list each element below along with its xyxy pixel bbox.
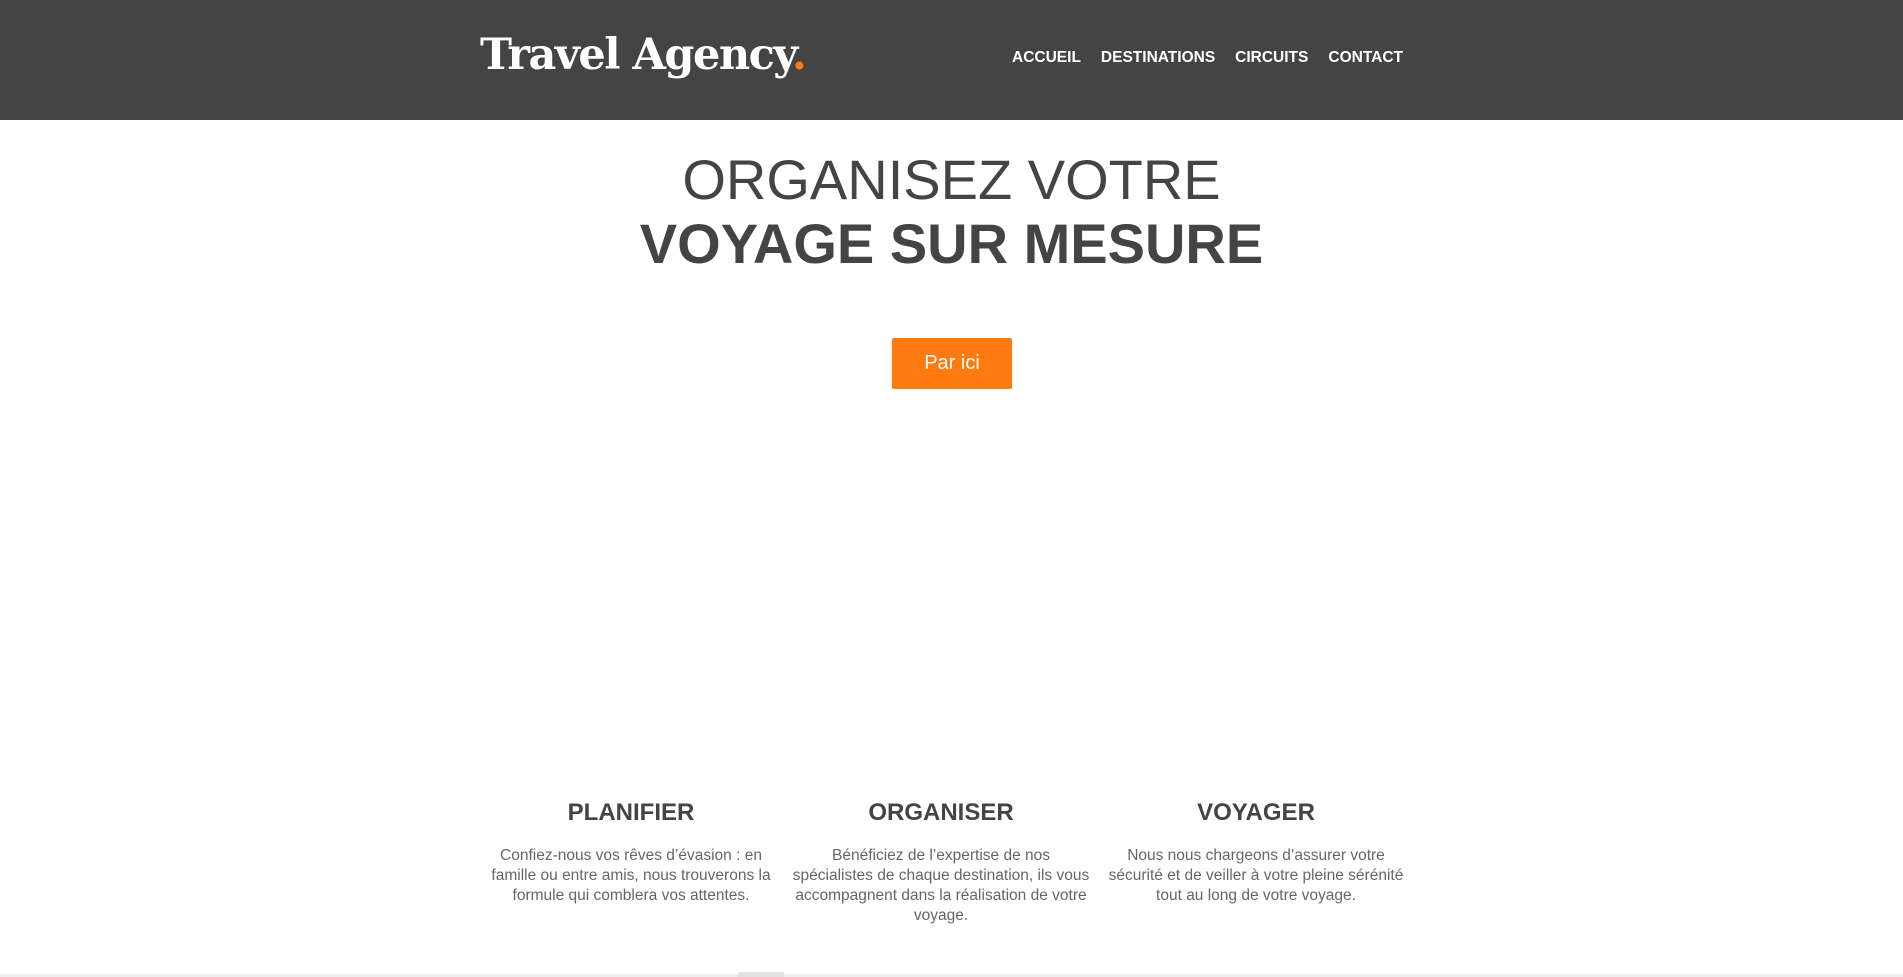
feature-text: Confiez-nous vos rêves d’évasion : en fa…	[491, 847, 771, 904]
par-ici-button[interactable]: Par ici	[892, 338, 1012, 389]
logo-dot: .	[791, 30, 807, 80]
site-logo[interactable]: Travel Agency.	[480, 30, 807, 82]
site-header: Travel Agency. ACCUEIL DESTINATIONS CIRC…	[0, 0, 1903, 120]
nav-link-contact[interactable]: CONTACT	[1328, 48, 1403, 68]
feature-title: VOYAGER	[1197, 799, 1315, 826]
logo-text: Travel Agency	[480, 30, 793, 80]
feature-text: Bénéficiez de l’expertise de nos spécial…	[792, 847, 1090, 924]
hero-title-line2: VOYAGE SUR MESURE	[639, 212, 1264, 275]
feature-text: Nous nous chargeons d’assurer votre sécu…	[1108, 847, 1404, 904]
nav-link-circuits[interactable]: CIRCUITS	[1235, 48, 1308, 68]
scroll-handle[interactable]	[738, 972, 784, 977]
nav-link-accueil[interactable]: ACCUEIL	[1012, 48, 1081, 68]
feature-title: PLANIFIER	[567, 799, 695, 826]
feature-title: ORGANISER	[868, 799, 1014, 826]
main-nav: ACCUEIL DESTINATIONS CIRCUITS CONTACT	[1012, 48, 1403, 68]
nav-link-destinations[interactable]: DESTINATIONS	[1101, 48, 1215, 68]
features-section: PLANIFIER Confiez-nous vos rêves d’évasi…	[490, 798, 1410, 938]
feature-voyager: VOYAGER Nous nous chargeons d’assurer vo…	[1106, 798, 1406, 906]
feature-planifier: PLANIFIER Confiez-nous vos rêves d’évasi…	[490, 798, 772, 906]
feature-organiser: ORGANISER Bénéficiez de l’expertise de n…	[790, 798, 1092, 926]
hero-section: ORGANISEZ VOTRE VOYAGE SUR MESURE	[0, 148, 1903, 276]
hero-title-line1: ORGANISEZ VOTRE	[682, 148, 1221, 211]
